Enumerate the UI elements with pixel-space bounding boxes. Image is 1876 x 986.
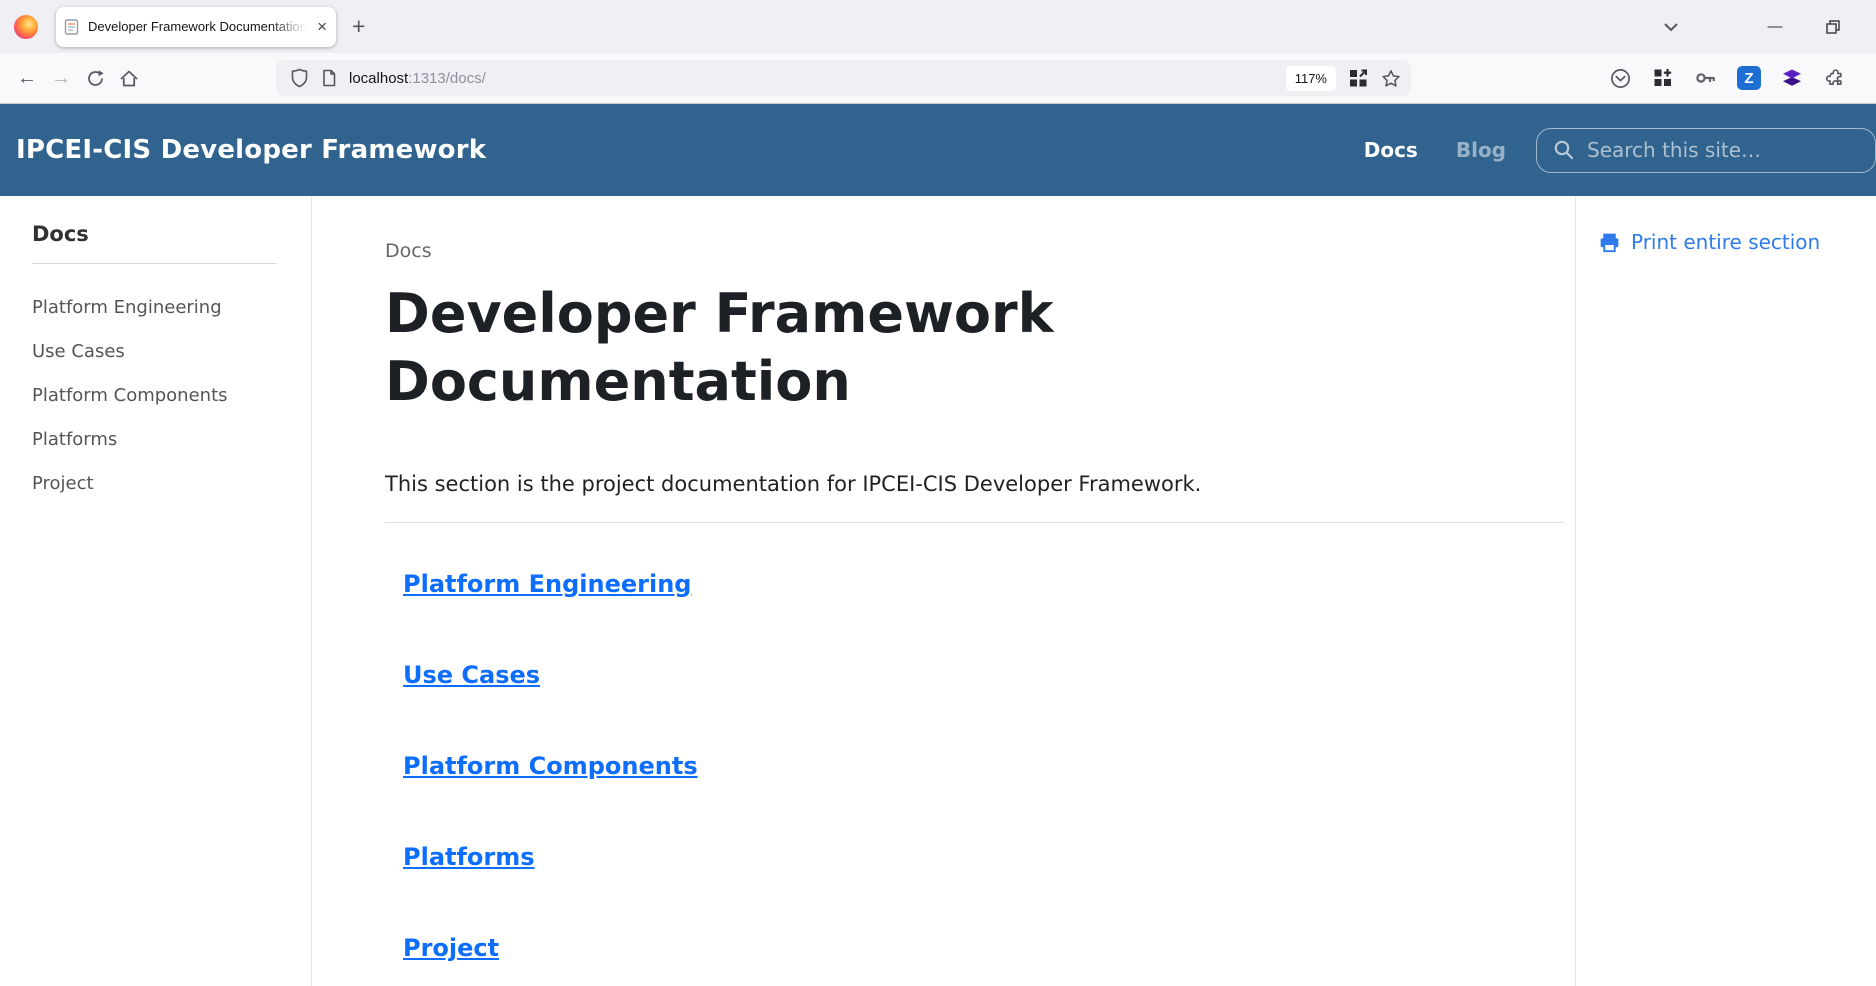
browser-toolbar: ← → localhost:1313/docs/ 117% bbox=[0, 53, 1876, 104]
list-all-tabs-chevron-icon[interactable] bbox=[1658, 14, 1684, 40]
pocket-icon[interactable] bbox=[1603, 62, 1637, 94]
browser-tab-bar: Developer Framework Documentation × + — bbox=[0, 0, 1876, 53]
browser-tab[interactable]: Developer Framework Documentation × bbox=[56, 7, 336, 47]
password-key-icon[interactable] bbox=[1689, 62, 1723, 94]
zotero-z-glyph: Z bbox=[1737, 66, 1761, 90]
section-list: Platform Engineering Use Cases Platform … bbox=[385, 570, 1575, 963]
section-link-use-cases[interactable]: Use Cases bbox=[403, 661, 540, 690]
section-row: Use Cases bbox=[403, 661, 1575, 690]
section-row: Platform Components bbox=[403, 752, 1575, 781]
tab-close-icon[interactable]: × bbox=[317, 18, 327, 35]
extension-grid-arrow-icon[interactable] bbox=[1349, 69, 1368, 88]
page-title: Developer Framework Documentation bbox=[385, 280, 1285, 416]
bookmark-star-icon[interactable] bbox=[1381, 69, 1401, 88]
content-divider bbox=[385, 522, 1563, 523]
section-link-platform-engineering[interactable]: Platform Engineering bbox=[403, 570, 691, 599]
reload-icon[interactable] bbox=[78, 62, 112, 94]
sidebar-item-platform-components[interactable]: Platform Components bbox=[32, 386, 311, 406]
sidebar-divider bbox=[32, 263, 277, 264]
page-info-icon[interactable] bbox=[321, 69, 337, 87]
home-icon[interactable] bbox=[112, 62, 146, 94]
sidebar-item-use-cases[interactable]: Use Cases bbox=[32, 342, 311, 362]
extensions-puzzle-icon[interactable] bbox=[1818, 62, 1852, 94]
nav-link-docs[interactable]: Docs bbox=[1364, 138, 1418, 162]
sidebar-items: Platform Engineering Use Cases Platform … bbox=[32, 298, 311, 494]
printer-icon bbox=[1598, 231, 1621, 254]
site-navbar: IPCEI-CIS Developer Framework Docs Blog bbox=[0, 104, 1876, 196]
main-content: Docs Developer Framework Documentation T… bbox=[312, 196, 1576, 986]
docs-sidebar: Docs Platform Engineering Use Cases Plat… bbox=[0, 196, 312, 986]
nav-link-blog[interactable]: Blog bbox=[1456, 138, 1506, 162]
toolbar-extensions-area: Z bbox=[1603, 62, 1852, 94]
zoom-level-badge[interactable]: 117% bbox=[1286, 66, 1336, 91]
url-bar[interactable]: localhost:1313/docs/ 117% bbox=[276, 60, 1411, 96]
section-link-project[interactable]: Project bbox=[403, 934, 499, 963]
print-link-label: Print entire section bbox=[1631, 230, 1820, 254]
search-icon bbox=[1553, 139, 1575, 161]
site-nav-links: Docs Blog bbox=[1364, 138, 1506, 162]
sidebar-item-platforms[interactable]: Platforms bbox=[32, 430, 311, 450]
breadcrumb[interactable]: Docs bbox=[385, 240, 1575, 262]
tab-title: Developer Framework Documentation bbox=[88, 19, 311, 34]
section-link-platforms[interactable]: Platforms bbox=[403, 843, 535, 872]
page-favicon-icon bbox=[64, 19, 79, 35]
site-search-box[interactable] bbox=[1536, 128, 1876, 173]
window-restore-icon[interactable] bbox=[1820, 14, 1846, 40]
layers-extension-icon[interactable] bbox=[1775, 62, 1809, 94]
extensions-grid-plus-icon[interactable] bbox=[1646, 62, 1680, 94]
sidebar-item-project[interactable]: Project bbox=[32, 474, 311, 494]
section-row: Platforms bbox=[403, 843, 1575, 872]
forward-icon: → bbox=[44, 62, 78, 94]
section-link-platform-components[interactable]: Platform Components bbox=[403, 752, 698, 781]
right-sidebar: Print entire section bbox=[1576, 196, 1876, 986]
intro-paragraph: This section is the project documentatio… bbox=[385, 472, 1485, 496]
sidebar-item-platform-engineering[interactable]: Platform Engineering bbox=[32, 298, 311, 318]
print-entire-section-link[interactable]: Print entire section bbox=[1598, 230, 1876, 254]
url-host: localhost bbox=[349, 70, 408, 87]
firefox-logo-icon[interactable] bbox=[14, 15, 38, 39]
url-text[interactable]: localhost:1313/docs/ bbox=[349, 70, 486, 87]
zotero-extension-icon[interactable]: Z bbox=[1732, 62, 1766, 94]
section-row: Platform Engineering bbox=[403, 570, 1575, 599]
window-minimize-icon[interactable]: — bbox=[1762, 14, 1788, 40]
sidebar-title: Docs bbox=[32, 222, 311, 246]
search-input[interactable] bbox=[1585, 137, 1839, 163]
new-tab-button[interactable]: + bbox=[352, 15, 365, 38]
site-brand[interactable]: IPCEI-CIS Developer Framework bbox=[16, 135, 486, 165]
url-path: :1313/docs/ bbox=[408, 70, 486, 87]
section-row: Project bbox=[403, 934, 1575, 963]
tracking-shield-icon[interactable] bbox=[290, 68, 309, 88]
page-body: Docs Platform Engineering Use Cases Plat… bbox=[0, 196, 1876, 986]
back-icon[interactable]: ← bbox=[10, 62, 44, 94]
